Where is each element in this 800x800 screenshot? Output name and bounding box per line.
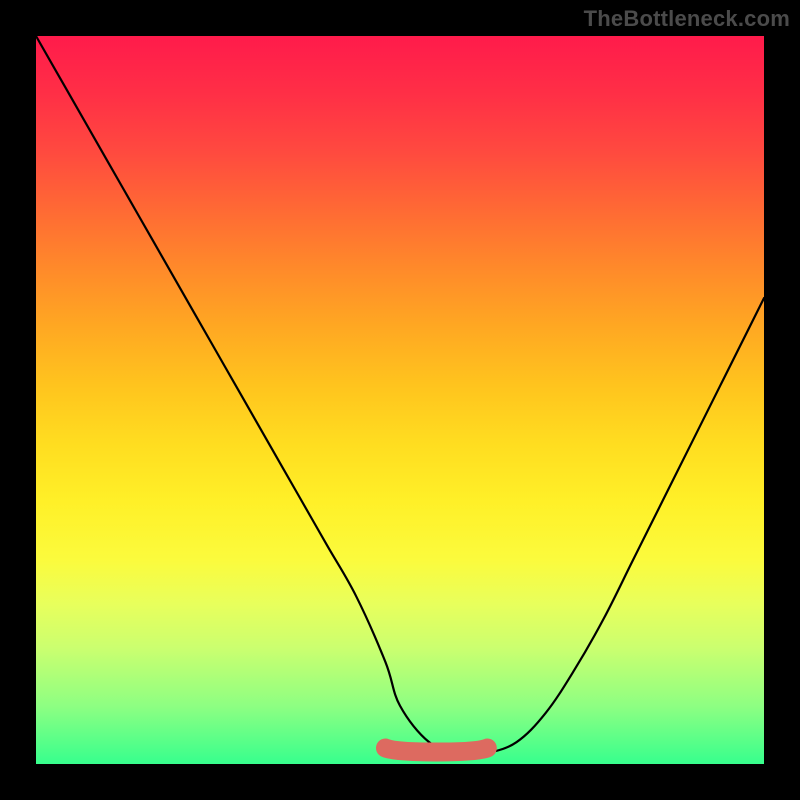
plot-area xyxy=(36,36,764,764)
curve-line xyxy=(36,36,764,754)
chart-frame: TheBottleneck.com xyxy=(0,0,800,800)
trough-marker xyxy=(385,748,487,752)
watermark-text: TheBottleneck.com xyxy=(584,6,790,32)
chart-svg xyxy=(36,36,764,764)
